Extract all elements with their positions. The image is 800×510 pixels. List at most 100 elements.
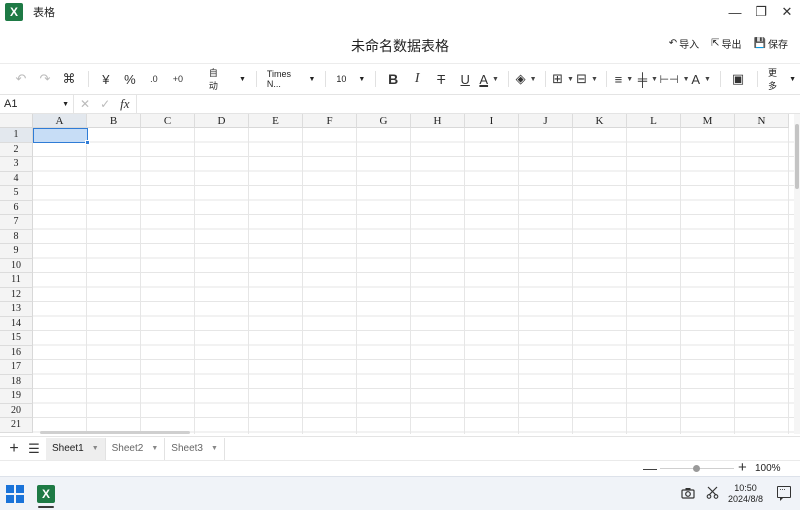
column-header-g[interactable]: G bbox=[357, 114, 411, 128]
row-header-7[interactable]: 7 bbox=[0, 215, 33, 230]
cancel-icon[interactable]: ✕ bbox=[80, 97, 90, 111]
chevron-down-icon[interactable]: ▼ bbox=[92, 445, 99, 452]
confirm-icon[interactable]: ✓ bbox=[100, 97, 110, 111]
row-header-11[interactable]: 11 bbox=[0, 273, 33, 288]
column-header-k[interactable]: K bbox=[573, 114, 627, 128]
row-header-10[interactable]: 10 bbox=[0, 258, 33, 273]
borders-button[interactable]: ⊞ ▼ bbox=[552, 66, 574, 92]
merge-cells-icon: ⊟ bbox=[576, 71, 587, 86]
taskbar-excel-button[interactable]: X bbox=[30, 479, 62, 509]
bold-button[interactable]: B bbox=[382, 66, 404, 92]
row-header-17[interactable]: 17 bbox=[0, 360, 33, 375]
zoom-slider-knob[interactable] bbox=[693, 465, 700, 472]
text-wrap-button[interactable]: ⊢⊣ ▼ bbox=[659, 66, 689, 92]
row-header-19[interactable]: 19 bbox=[0, 389, 33, 404]
tab-sheet2[interactable]: Sheet2 ▼ bbox=[106, 437, 166, 460]
row-header-21[interactable]: 21 bbox=[0, 418, 33, 433]
redo-button[interactable]: ↷ bbox=[34, 66, 56, 92]
column-header-l[interactable]: L bbox=[627, 114, 681, 128]
column-header-e[interactable]: E bbox=[249, 114, 303, 128]
function-icon[interactable]: fx bbox=[120, 96, 129, 112]
row-header-16[interactable]: 16 bbox=[0, 345, 33, 360]
row-header-3[interactable]: 3 bbox=[0, 157, 33, 172]
sheet-list-button[interactable]: ☰ bbox=[28, 441, 40, 457]
row-header-6[interactable]: 6 bbox=[0, 200, 33, 215]
font-color-button[interactable]: A ▼ bbox=[478, 66, 500, 92]
selected-cell-a1[interactable] bbox=[33, 128, 88, 143]
notification-icon[interactable] bbox=[777, 484, 791, 501]
row-header-12[interactable]: 12 bbox=[0, 287, 33, 302]
minimize-button[interactable]: — bbox=[722, 0, 748, 24]
system-clock[interactable]: 10:50 2024/8/8 bbox=[728, 483, 763, 505]
clock-date: 2024/8/8 bbox=[728, 494, 764, 504]
insert-image-button[interactable]: ▣ bbox=[727, 66, 749, 92]
row-header-13[interactable]: 13 bbox=[0, 302, 33, 317]
zoom-in-button[interactable]: + bbox=[738, 460, 747, 476]
row-header-8[interactable]: 8 bbox=[0, 229, 33, 244]
fill-color-button[interactable]: ◈ ▼ bbox=[515, 66, 537, 92]
row-header-20[interactable]: 20 bbox=[0, 403, 33, 418]
vertical-scrollbar[interactable] bbox=[794, 114, 800, 434]
column-header-a[interactable]: A bbox=[33, 114, 87, 128]
currency-format-button[interactable]: ¥ bbox=[95, 66, 117, 92]
chevron-down-icon[interactable]: ▼ bbox=[211, 445, 218, 452]
undo-button[interactable]: ↶ bbox=[10, 66, 32, 92]
cell-reference: A1 bbox=[4, 98, 18, 110]
save-button[interactable]: 💾 保存 bbox=[754, 36, 788, 51]
horizontal-scroll-thumb[interactable] bbox=[40, 431, 190, 434]
row-header-5[interactable]: 5 bbox=[0, 186, 33, 201]
export-button[interactable]: ⇱ 导出 bbox=[711, 36, 741, 51]
column-header-i[interactable]: I bbox=[465, 114, 519, 128]
more-label: 更多 bbox=[767, 68, 777, 91]
merge-cells-button[interactable]: ⊟ ▼ bbox=[576, 66, 598, 92]
name-box[interactable]: A1 ▼ bbox=[0, 95, 74, 113]
tab-sheet3[interactable]: Sheet3 ▼ bbox=[165, 437, 225, 460]
strikethrough-button[interactable]: T bbox=[430, 66, 452, 92]
column-header-n[interactable]: N bbox=[735, 114, 789, 128]
row-header-9[interactable]: 9 bbox=[0, 244, 33, 259]
chevron-down-icon[interactable]: ▼ bbox=[151, 445, 158, 452]
vertical-align-button[interactable]: ╪ ▼ bbox=[637, 66, 659, 92]
format-painter-button[interactable]: ⌘ bbox=[58, 66, 80, 92]
tab-sheet1[interactable]: Sheet1 ▼ bbox=[46, 437, 106, 460]
row-header-18[interactable]: 18 bbox=[0, 374, 33, 389]
row-header-2[interactable]: 2 bbox=[0, 142, 33, 157]
column-header-b[interactable]: B bbox=[87, 114, 141, 128]
formula-input[interactable] bbox=[137, 95, 800, 113]
italic-button[interactable]: I bbox=[406, 66, 428, 92]
column-header-h[interactable]: H bbox=[411, 114, 465, 128]
windows-start-icon[interactable] bbox=[6, 485, 24, 503]
import-button[interactable]: ↶ 导入 bbox=[669, 36, 699, 51]
fill-handle[interactable] bbox=[85, 140, 90, 145]
column-header-c[interactable]: C bbox=[141, 114, 195, 128]
horizontal-align-button[interactable]: ≡ ▼ bbox=[613, 66, 635, 92]
row-header-14[interactable]: 14 bbox=[0, 316, 33, 331]
row-header-1[interactable]: 1 bbox=[0, 128, 33, 143]
zoom-out-button[interactable]: — bbox=[643, 461, 657, 475]
select-all-corner[interactable] bbox=[0, 114, 33, 128]
vertical-scroll-thumb[interactable] bbox=[795, 124, 799, 189]
column-header-j[interactable]: J bbox=[519, 114, 573, 128]
chevron-down-icon: ▼ bbox=[62, 100, 69, 108]
row-header-15[interactable]: 15 bbox=[0, 331, 33, 346]
decrease-decimal-button[interactable]: .0 bbox=[143, 66, 165, 92]
restore-button[interactable]: ❐ bbox=[748, 0, 774, 24]
font-size-select[interactable]: 10 ▼ bbox=[332, 66, 369, 92]
underline-button[interactable]: U bbox=[454, 66, 476, 92]
document-header: 未命名数据表格 ↶ 导入 ⇱ 导出 💾 保存 bbox=[0, 24, 800, 64]
more-menu-button[interactable]: 更多 ▼ bbox=[764, 66, 800, 92]
number-format-select[interactable]: 自动 ▼ bbox=[205, 66, 250, 92]
text-rotate-button[interactable]: A ▼ bbox=[690, 66, 712, 92]
column-header-f[interactable]: F bbox=[303, 114, 357, 128]
scissors-icon[interactable] bbox=[706, 486, 719, 502]
row-header-4[interactable]: 4 bbox=[0, 171, 33, 186]
cell-area[interactable] bbox=[33, 128, 800, 434]
camera-icon[interactable] bbox=[681, 486, 695, 502]
percent-format-button[interactable]: % bbox=[119, 66, 141, 92]
close-button[interactable]: ✕ bbox=[774, 0, 800, 24]
font-family-select[interactable]: Times N... ▼ bbox=[263, 66, 320, 92]
increase-decimal-button[interactable]: +0 bbox=[167, 66, 189, 92]
column-header-m[interactable]: M bbox=[681, 114, 735, 128]
add-sheet-button[interactable]: + bbox=[8, 440, 20, 458]
column-header-d[interactable]: D bbox=[195, 114, 249, 128]
